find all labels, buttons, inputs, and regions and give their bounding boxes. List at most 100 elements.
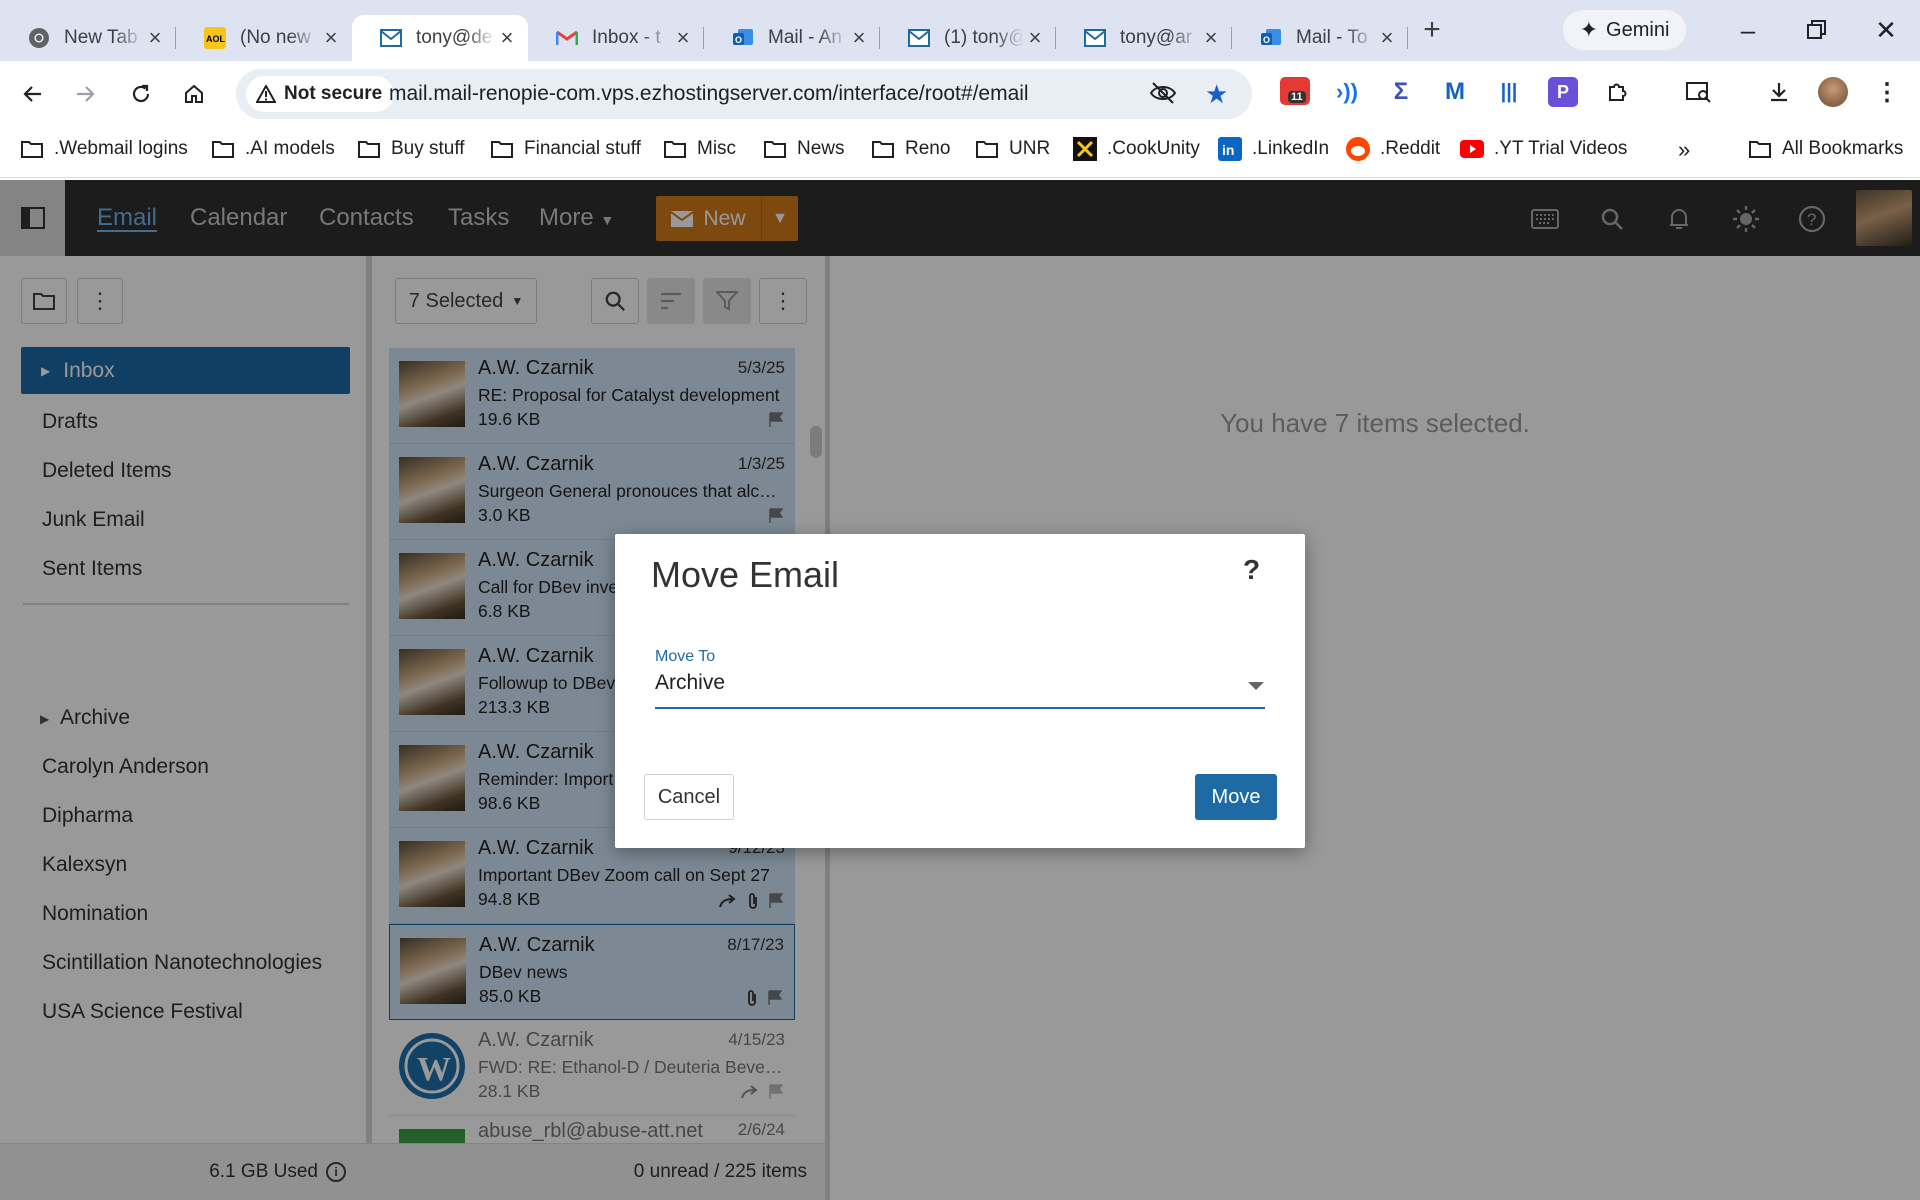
browser-tab[interactable]: O Mail - An × xyxy=(704,15,880,61)
folder-icon xyxy=(211,137,235,161)
browser-tab[interactable]: Inbox - t × xyxy=(528,15,704,61)
svg-text:O: O xyxy=(1263,35,1270,45)
mail-envelope-icon xyxy=(1084,27,1106,49)
reddit-icon xyxy=(1346,137,1370,161)
restore-icon[interactable] xyxy=(1794,8,1838,52)
read-aloud-extension-icon[interactable]: ›)) xyxy=(1332,77,1362,107)
p-extension-icon[interactable]: P xyxy=(1548,77,1578,107)
puzzle-extensions-icon[interactable] xyxy=(1602,77,1632,107)
all-bookmarks[interactable]: All Bookmarks xyxy=(1748,137,1903,161)
tab-close-icon[interactable]: × xyxy=(672,27,694,49)
gmail-icon xyxy=(556,27,578,49)
bookmark-folder[interactable]: .AI models xyxy=(211,137,335,161)
dialog-title: Move Email xyxy=(651,554,840,595)
url-text: mail.mail-renopie-com.vps.ezhostingserve… xyxy=(389,82,1029,105)
svg-text:O: O xyxy=(735,35,742,45)
address-bar[interactable]: Not secure mail.mail-renopie-com.vps.ezh… xyxy=(236,69,1252,119)
gemini-button[interactable]: ✦ Gemini xyxy=(1563,10,1686,50)
bookmarks-bar: .Webmail logins .AI models Buy stuff Fin… xyxy=(0,126,1920,178)
tab-title: Mail - An xyxy=(768,27,848,49)
browser-tab[interactable]: (1) tony@ × xyxy=(880,15,1056,61)
home-icon[interactable] xyxy=(175,75,213,113)
tab-close-icon[interactable]: × xyxy=(496,27,518,49)
security-chip[interactable]: Not secure xyxy=(246,76,395,112)
barcode-extension-icon[interactable]: ||| xyxy=(1494,77,1524,107)
youtube-icon xyxy=(1460,137,1484,161)
folder-icon xyxy=(490,137,514,161)
tab-title: tony@ar xyxy=(1120,27,1200,49)
gemini-label: Gemini xyxy=(1606,18,1670,41)
svg-text:AOL: AOL xyxy=(206,34,226,44)
linkedin-icon: in xyxy=(1218,137,1242,161)
modal-backdrop xyxy=(0,180,1920,256)
bookmark-folder[interactable]: UNR xyxy=(975,137,1050,161)
folder-icon xyxy=(871,137,895,161)
folder-icon xyxy=(663,137,687,161)
profile-avatar[interactable] xyxy=(1818,77,1848,107)
svg-text:in: in xyxy=(1222,142,1234,158)
chrome-icon xyxy=(28,27,50,49)
back-arrow-icon[interactable] xyxy=(14,75,52,113)
help-icon[interactable]: ? xyxy=(1243,554,1260,586)
close-window-icon[interactable]: ✕ xyxy=(1864,8,1908,52)
browser-tab[interactable]: O Mail - To × xyxy=(1232,15,1408,61)
bookmark-link[interactable]: .YT Trial Videos xyxy=(1460,137,1627,161)
tab-close-icon[interactable]: × xyxy=(1376,27,1398,49)
bookmark-link[interactable]: .Reddit xyxy=(1346,137,1440,161)
folder-icon xyxy=(1748,137,1772,161)
outlook-icon: O xyxy=(732,27,754,49)
tab-title: New Tab xyxy=(64,27,144,49)
security-label: Not secure xyxy=(284,83,383,104)
malwarebytes-extension-icon[interactable]: M xyxy=(1440,77,1470,107)
tab-close-icon[interactable]: × xyxy=(1024,27,1046,49)
minimize-icon[interactable]: – xyxy=(1726,8,1770,52)
caret-down-icon xyxy=(1247,681,1265,691)
tab-close-icon[interactable]: × xyxy=(848,27,870,49)
tab-title: (1) tony@ xyxy=(944,27,1024,49)
bookmark-folder[interactable]: Financial stuff xyxy=(490,137,641,161)
outlook-icon: O xyxy=(1260,27,1282,49)
aol-icon: AOL xyxy=(204,27,226,49)
browser-tab-active[interactable]: tony@de × xyxy=(352,15,528,61)
browser-menu-icon[interactable]: ⋮ xyxy=(1872,77,1902,107)
bookmark-link[interactable]: in .LinkedIn xyxy=(1218,137,1329,161)
folder-icon xyxy=(20,137,44,161)
calendar-extension-icon[interactable]: 11 xyxy=(1280,77,1310,105)
bookmark-folder[interactable]: Buy stuff xyxy=(357,137,465,161)
tab-search-icon[interactable] xyxy=(1684,77,1714,107)
tab-title: Inbox - t xyxy=(592,27,672,49)
bookmark-folder[interactable]: Misc xyxy=(663,137,736,161)
tab-close-icon[interactable]: × xyxy=(320,27,342,49)
bookmarks-overflow-icon[interactable]: » xyxy=(1678,137,1690,163)
cookunity-icon xyxy=(1073,137,1097,161)
cancel-button[interactable]: Cancel xyxy=(644,774,734,820)
folder-icon xyxy=(975,137,999,161)
bookmark-folder[interactable]: Reno xyxy=(871,137,950,161)
folder-icon xyxy=(357,137,381,161)
browser-tab[interactable]: New Tab × xyxy=(0,15,176,61)
folder-icon xyxy=(763,137,787,161)
mail-envelope-icon xyxy=(380,27,402,49)
download-icon[interactable] xyxy=(1764,77,1794,107)
browser-tab[interactable]: AOL (No new × xyxy=(176,15,352,61)
bookmark-folder[interactable]: .Webmail logins xyxy=(20,137,188,161)
bookmark-star-icon[interactable]: ★ xyxy=(1205,79,1228,110)
forward-arrow-icon[interactable] xyxy=(66,75,104,113)
bookmark-link[interactable]: .CookUnity xyxy=(1073,137,1200,161)
tab-title: (No new xyxy=(240,27,320,49)
browser-toolbar: Not secure mail.mail-renopie-com.vps.ezh… xyxy=(0,61,1920,126)
extension-badge: 11 xyxy=(1288,91,1306,103)
new-tab-button[interactable]: + xyxy=(1412,11,1452,51)
move-to-label: Move To xyxy=(655,648,716,665)
eye-slash-icon[interactable] xyxy=(1149,81,1177,105)
move-email-dialog: Move Email ? Move To Archive Cancel Move xyxy=(615,534,1305,848)
tab-close-icon[interactable]: × xyxy=(1200,27,1222,49)
sigma-extension-icon[interactable]: Σ xyxy=(1386,77,1416,107)
tab-close-icon[interactable]: × xyxy=(144,27,166,49)
move-button[interactable]: Move xyxy=(1195,774,1277,820)
move-to-select[interactable]: Archive xyxy=(655,671,1265,709)
browser-tab[interactable]: tony@ar × xyxy=(1056,15,1232,61)
tab-title: Mail - To xyxy=(1296,27,1376,49)
reload-icon[interactable] xyxy=(122,75,160,113)
bookmark-folder[interactable]: News xyxy=(763,137,845,161)
